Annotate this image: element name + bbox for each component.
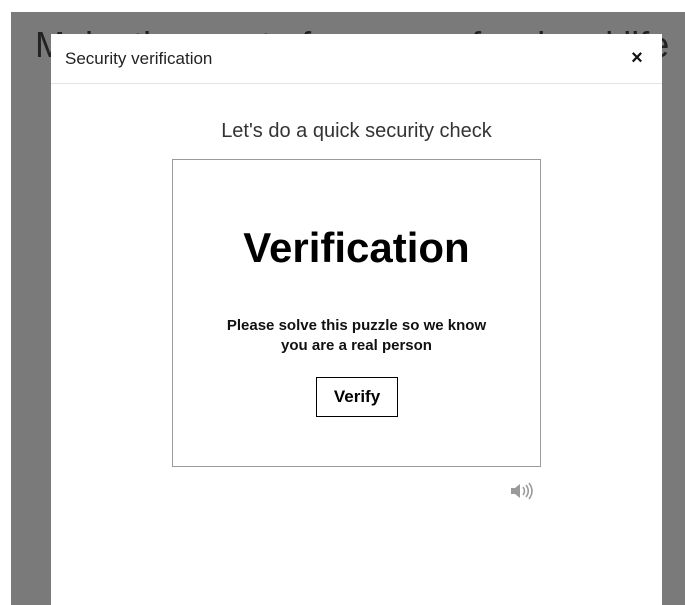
audio-challenge-button[interactable] (508, 481, 536, 501)
page: Make the most of every professional life… (0, 0, 685, 605)
verify-button[interactable]: Verify (316, 377, 398, 417)
dialog-header: Security verification × (51, 34, 662, 84)
security-verification-dialog: Security verification × Let's do a quick… (51, 34, 662, 605)
security-check-prompt: Let's do a quick security check (221, 120, 492, 142)
close-icon: × (631, 47, 643, 69)
puzzle-instructions: Please solve this puzzle so we know you … (226, 317, 487, 354)
puzzle-heading: Verification (243, 224, 470, 271)
speaker-audio-icon (511, 482, 533, 500)
close-button[interactable]: × (626, 46, 648, 70)
captcha-puzzle-frame: Verification Please solve this puzzle so… (172, 159, 541, 467)
dialog-title: Security verification (65, 49, 213, 68)
